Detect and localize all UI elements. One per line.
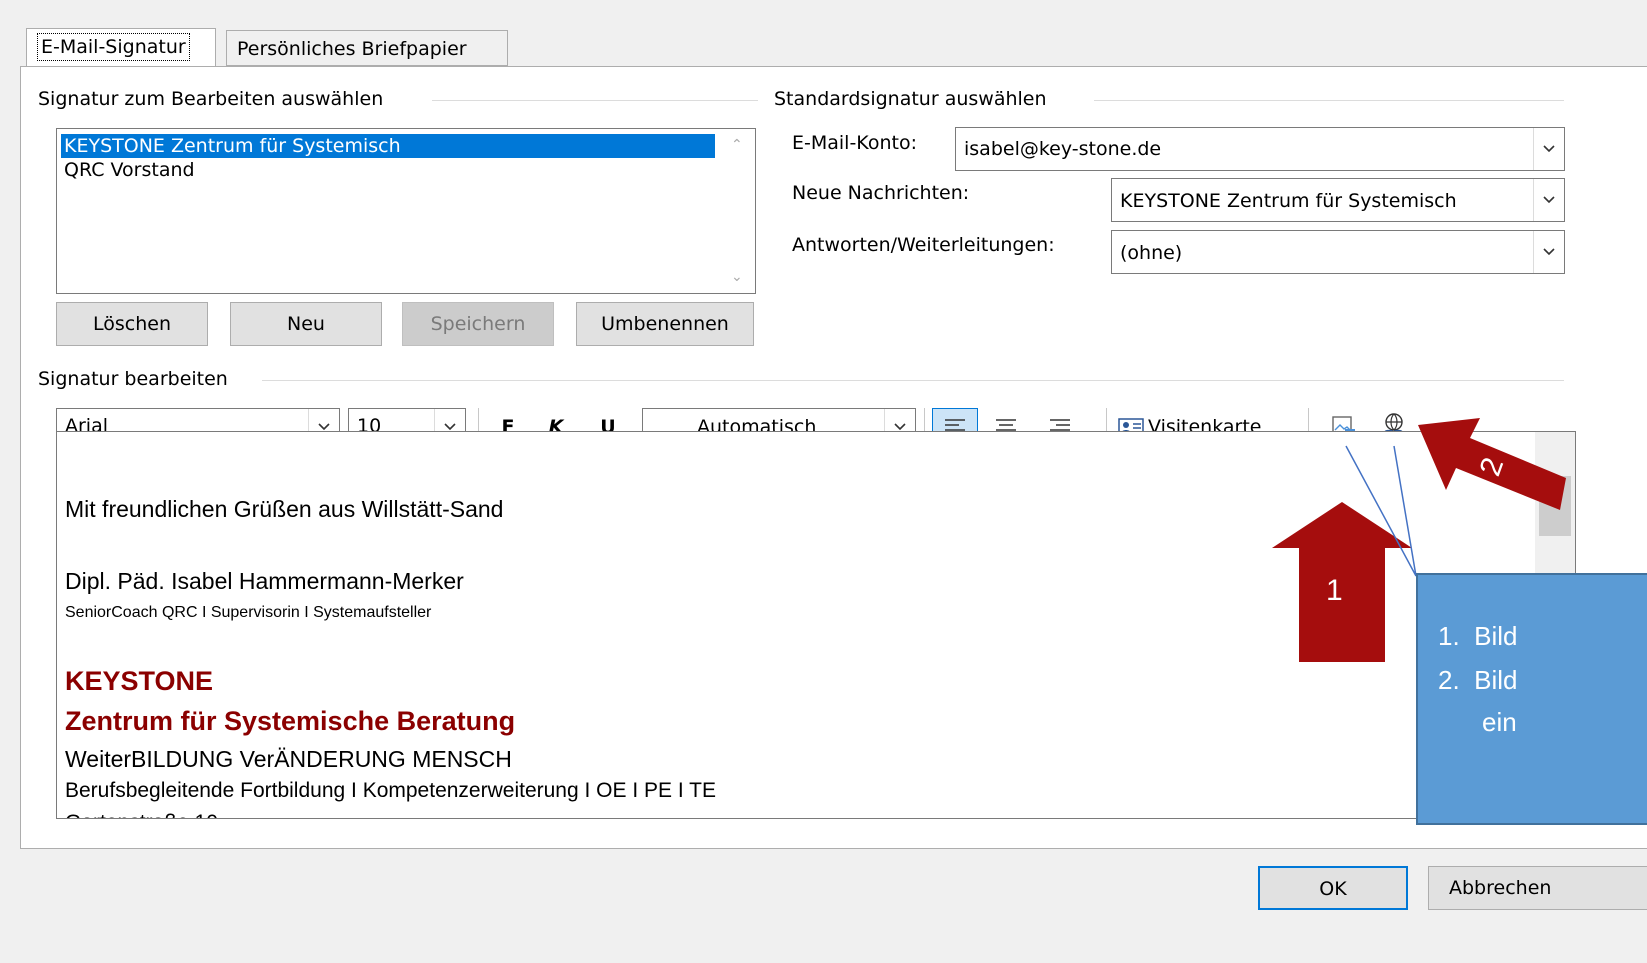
replies-select[interactable]: (ohne) — [1111, 230, 1565, 274]
signature-editor[interactable]: Mit freundlichen Grüßen aus Willstätt-Sa… — [56, 431, 1576, 819]
account-label: E-Mail-Konto: — [792, 132, 917, 154]
callout-item-2-text: Bild — [1474, 665, 1518, 695]
ok-button-label: OK — [1319, 878, 1347, 900]
default-group-title: Standardsignatur auswählen — [774, 88, 1047, 110]
arrow1-label: 1 — [1326, 574, 1343, 607]
list-item-label: KEYSTONE Zentrum für Systemisch — [64, 135, 401, 157]
cancel-button[interactable]: Abbrechen — [1428, 866, 1647, 910]
callout-item-2-cont: ein — [1482, 707, 1517, 737]
signature-services: Berufsbegleitende Fortbildung I Kompeten… — [65, 779, 716, 802]
new-messages-select[interactable]: KEYSTONE Zentrum für Systemisch — [1111, 178, 1565, 222]
replies-label: Antworten/Weiterleitungen: — [792, 234, 1055, 256]
signature-role: SeniorCoach QRC I Supervisorin I Systema… — [65, 604, 432, 621]
signature-tagline: WeiterBILDUNG VerÄNDERUNG MENSCH — [65, 746, 512, 772]
select-group-title: Signatur zum Bearbeiten auswählen — [38, 88, 384, 110]
ok-button[interactable]: OK — [1258, 866, 1408, 910]
save-button[interactable]: Speichern — [402, 302, 554, 346]
signature-name: Dipl. Päd. Isabel Hammermann-Merker — [65, 568, 464, 594]
account-select[interactable]: isabel@key-stone.de — [955, 127, 1565, 171]
tab-personal-stationery[interactable]: Persönliches Briefpapier — [226, 30, 508, 66]
signature-list[interactable]: KEYSTONE Zentrum für Systemisch QRC Vors… — [56, 128, 756, 294]
callout-item-2: 2. Bild — [1438, 665, 1518, 695]
list-scrollbar[interactable]: ⌃ ⌄ — [719, 129, 755, 293]
scroll-down-icon[interactable]: ⌄ — [731, 269, 743, 285]
rename-button-label: Umbenennen — [601, 313, 729, 335]
new-button-label: Neu — [287, 313, 325, 335]
chevron-down-icon[interactable] — [1533, 128, 1564, 170]
chevron-down-icon[interactable] — [1533, 231, 1564, 273]
replies-value: (ohne) — [1120, 242, 1183, 264]
list-item[interactable]: QRC Vorstand — [61, 158, 198, 182]
save-button-label: Speichern — [430, 313, 526, 335]
account-value: isabel@key-stone.de — [964, 138, 1162, 160]
chevron-down-icon[interactable] — [1533, 179, 1564, 221]
rename-button[interactable]: Umbenennen — [576, 302, 754, 346]
delete-button[interactable]: Löschen — [56, 302, 208, 346]
default-group-line — [1094, 100, 1564, 101]
callout-item-1: 1. Bild — [1438, 621, 1518, 651]
signature-company: KEYSTONE — [65, 666, 214, 696]
replies-label-text: Antworten/Weiterleitungen: — [792, 234, 1055, 256]
signature-address-partial: Gartenstraße 10 — [65, 811, 218, 818]
new-button[interactable]: Neu — [230, 302, 382, 346]
list-item-label: QRC Vorstand — [64, 159, 195, 181]
scroll-thumb[interactable] — [1539, 476, 1571, 536]
annotation-callout: 1. Bild 2. Bild ein — [1416, 573, 1647, 825]
cancel-button-label: Abbrechen — [1449, 877, 1552, 899]
delete-button-label: Löschen — [93, 313, 171, 335]
signature-greeting: Mit freundlichen Grüßen aus Willstätt-Sa… — [65, 496, 504, 522]
tab-email-signature-label: E-Mail-Signatur — [41, 36, 186, 58]
list-item[interactable]: KEYSTONE Zentrum für Systemisch — [61, 134, 715, 158]
select-group-line — [432, 100, 758, 101]
edit-group-title: Signatur bearbeiten — [38, 368, 228, 390]
new-messages-value: KEYSTONE Zentrum für Systemisch — [1120, 190, 1457, 212]
scroll-up-icon[interactable]: ⌃ — [731, 137, 743, 153]
tab-email-signature[interactable]: E-Mail-Signatur — [26, 28, 216, 68]
callout-item-1-text: Bild — [1474, 621, 1518, 651]
new-messages-label: Neue Nachrichten: — [792, 182, 970, 204]
edit-group-line — [262, 380, 1564, 381]
signature-company-sub: Zentrum für Systemische Beratung — [65, 706, 516, 736]
tab-personal-stationery-label: Persönliches Briefpapier — [237, 38, 467, 60]
